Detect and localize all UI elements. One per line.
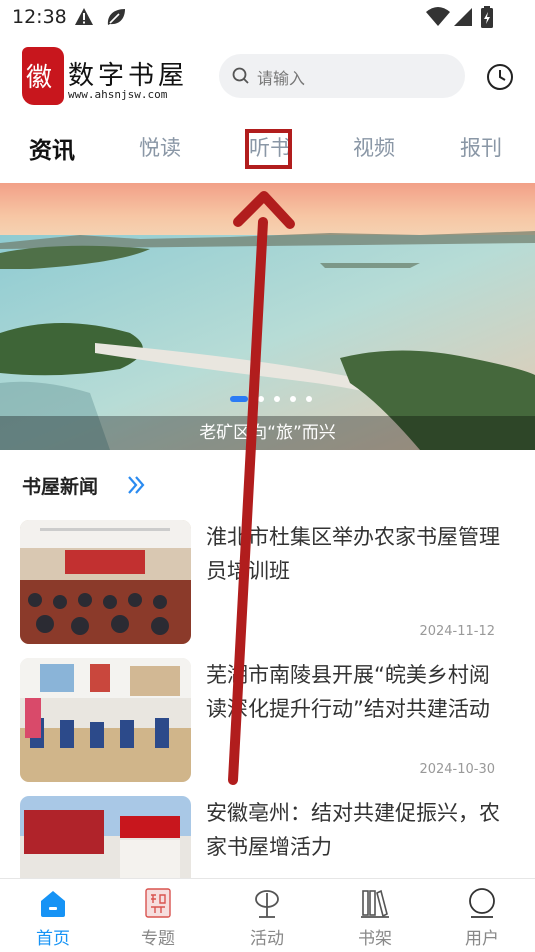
news-title: 芜湖市南陵县开展“皖美乡村阅读深化提升行动”结对共建活动 bbox=[206, 663, 490, 721]
tab-highlight-box bbox=[245, 129, 292, 169]
tab-newspaper[interactable]: 报刊 bbox=[460, 132, 502, 162]
news-thumbnail bbox=[20, 520, 191, 644]
news-date: 2024-11-12 bbox=[419, 624, 495, 639]
history-icon[interactable] bbox=[486, 63, 514, 91]
news-item[interactable]: 芜湖市南陵县开展“皖美乡村阅读深化提升行动”结对共建活动 2024-10-30 bbox=[20, 658, 515, 783]
logo-seal: 徽 bbox=[22, 47, 64, 105]
news-date: 2024-10-30 bbox=[419, 762, 495, 777]
tab-video[interactable]: 视频 bbox=[353, 132, 395, 162]
logo-url: www.ahsnjsw.com bbox=[68, 88, 168, 101]
banner-caption-bar: 老矿区向“旅”而兴 bbox=[0, 416, 535, 450]
search-icon bbox=[232, 67, 249, 84]
nav-user[interactable]: 用户 bbox=[437, 879, 527, 952]
carousel-dot[interactable] bbox=[258, 396, 264, 402]
nav-label: 用户 bbox=[465, 929, 499, 949]
banner-caption: 老矿区向“旅”而兴 bbox=[199, 423, 336, 443]
search-placeholder: 请输入 bbox=[257, 69, 306, 88]
double-chevron-right-icon[interactable] bbox=[126, 473, 146, 497]
carousel-dot[interactable] bbox=[274, 396, 280, 402]
signal-icon bbox=[454, 8, 472, 26]
tab-news[interactable]: 资讯 bbox=[29, 131, 75, 165]
app-header: 徽 数字书屋 www.ahsnjsw.com 请输入 bbox=[0, 40, 535, 114]
news-title: 安徽亳州：结对共建促振兴，农家书屋增活力 bbox=[206, 801, 500, 859]
nav-label: 活动 bbox=[250, 929, 284, 949]
app-logo[interactable]: 徽 数字书屋 www.ahsnjsw.com bbox=[22, 47, 192, 107]
banner-carousel[interactable]: 老矿区向“旅”而兴 bbox=[0, 183, 535, 450]
search-input[interactable]: 请输入 bbox=[219, 54, 465, 98]
seal-icon bbox=[145, 888, 171, 918]
section-header: 书屋新闻 bbox=[22, 472, 145, 500]
tab-reading[interactable]: 悦读 bbox=[139, 132, 181, 162]
alert-icon bbox=[75, 8, 93, 25]
bookshelf-icon bbox=[361, 889, 389, 918]
banner-image bbox=[0, 183, 535, 450]
leaf-icon bbox=[107, 9, 125, 25]
news-thumbnail bbox=[20, 658, 191, 782]
sprout-icon bbox=[255, 890, 279, 918]
bottom-navigation: 首页 专题 活动 书架 用户 bbox=[0, 878, 535, 952]
nav-topics[interactable]: 专题 bbox=[113, 879, 203, 952]
news-title: 淮北市杜集区举办农家书屋管理员培训班 bbox=[206, 525, 500, 583]
battery-icon bbox=[481, 6, 493, 28]
nav-home[interactable]: 首页 bbox=[8, 879, 98, 952]
wifi-icon bbox=[426, 7, 450, 26]
user-icon bbox=[469, 888, 495, 918]
carousel-dot[interactable] bbox=[306, 396, 312, 402]
nav-activities[interactable]: 活动 bbox=[222, 879, 312, 952]
home-icon bbox=[41, 891, 65, 917]
nav-label: 书架 bbox=[358, 929, 392, 949]
nav-bookshelf[interactable]: 书架 bbox=[330, 879, 420, 952]
status-bar: 12:38 bbox=[0, 0, 535, 36]
logo-name: 数字书屋 bbox=[68, 61, 189, 91]
nav-label: 首页 bbox=[36, 929, 70, 949]
carousel-dot[interactable] bbox=[230, 396, 248, 402]
section-title: 书屋新闻 bbox=[22, 476, 99, 498]
category-tabs: 资讯 悦读 听书 视频 报刊 bbox=[0, 122, 535, 180]
news-item[interactable]: 淮北市杜集区举办农家书屋管理员培训班 2024-11-12 bbox=[20, 520, 515, 645]
nav-label: 专题 bbox=[141, 929, 175, 949]
carousel-dot[interactable] bbox=[290, 396, 296, 402]
status-time: 12:38 bbox=[12, 6, 67, 28]
